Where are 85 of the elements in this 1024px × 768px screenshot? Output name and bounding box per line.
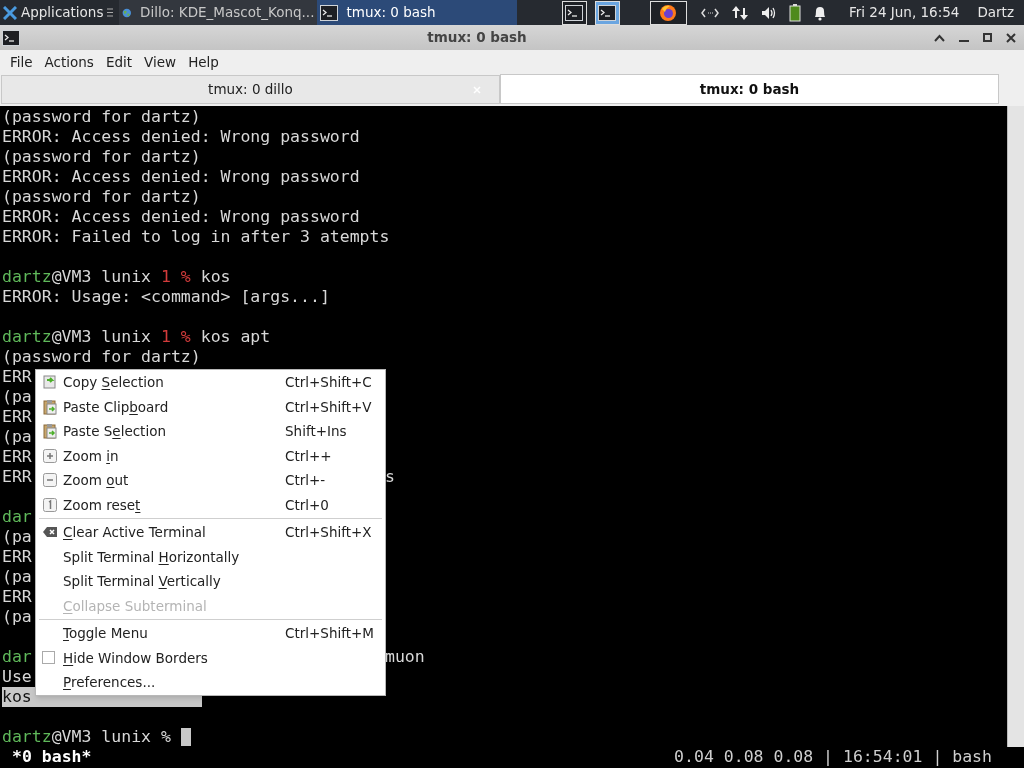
menu-item[interactable]: Clear Active Terminal Ctrl+Shift+X <box>36 520 385 545</box>
terminal-line: Use <box>2 667 32 687</box>
terminal-line: (password for dartz) <box>2 147 201 167</box>
chevron-up-icon[interactable] <box>934 33 945 42</box>
terminal-line: dar <box>2 507 32 527</box>
browser-launcher[interactable] <box>649 0 687 25</box>
shortcut-text: Ctrl+- <box>285 471 327 491</box>
terminal-line: dar <box>2 647 32 667</box>
bell-icon[interactable] <box>812 4 827 21</box>
network-icon[interactable] <box>700 6 719 19</box>
menu-item[interactable]: Copy Selection Ctrl+Shift+C <box>36 370 385 395</box>
battery-icon[interactable] <box>788 3 801 22</box>
terminal-launcher[interactable] <box>561 0 587 25</box>
menu-item[interactable]: Split Terminal Vertically <box>36 569 385 594</box>
terminal-line: dartz@VM3 lunix 1 % kos <box>2 267 231 287</box>
menu-item[interactable]: Hide Window Borders <box>36 645 385 670</box>
terminal-line: ERR <box>2 467 32 487</box>
maximize-icon[interactable] <box>983 33 992 42</box>
terminal-launcher[interactable] <box>594 0 620 25</box>
terminal-line: (pa <box>2 607 32 627</box>
tab[interactable]: tmux: 0 dillo <box>1 75 500 104</box>
terminal-line: ERROR: Usage: <command> [args...] <box>2 287 330 307</box>
menu-item[interactable]: Split Terminal Horizontally <box>36 544 385 569</box>
menu-item[interactable]: Zoom out Ctrl+- <box>36 468 385 493</box>
zoom-in-icon <box>42 447 58 464</box>
terminal-icon <box>598 4 617 21</box>
zoom-out-icon <box>42 472 58 489</box>
terminal-line: (pa <box>2 527 32 547</box>
terminal-line: ERR <box>2 547 32 567</box>
shortcut-text: Ctrl+Shift+C <box>285 373 369 393</box>
menu-title[interactable]: Edit <box>99 51 139 73</box>
terminal-line: dartz@VM3 lunix 1 % kos apt <box>2 327 271 347</box>
terminal-line: ERROR: Failed to log in after 3 atempts <box>2 227 390 247</box>
menu-item[interactable]: Toggle Menu Ctrl+Shift+M <box>36 621 385 646</box>
applications-menu[interactable]: Applications <box>0 0 120 25</box>
menu-title[interactable]: Actions <box>38 51 100 73</box>
status-info-text: 0.04 0.08 0.08 | 16:54:01 | bash <box>674 746 992 768</box>
terminal-icon <box>565 4 584 21</box>
x-logo-icon <box>3 5 17 20</box>
scrollbar[interactable] <box>1007 106 1024 747</box>
fox-globe-icon <box>659 3 678 22</box>
terminal-line: ERR <box>2 367 32 387</box>
tab[interactable]: tmux: 0 bash <box>500 74 999 104</box>
terminal-line: ERR <box>2 447 32 467</box>
menu-item[interactable]: Paste Selection Shift+Ins <box>36 419 385 444</box>
terminal-icon <box>2 29 20 46</box>
shortcut-text: Shift+Ins <box>285 422 348 442</box>
menu-title[interactable]: File <box>4 51 39 73</box>
menu-icon <box>107 8 114 17</box>
menu-title[interactable]: Help <box>182 51 225 73</box>
terminal-line: (password for dartz) <box>2 107 201 127</box>
terminal-line: ERR <box>2 587 32 607</box>
terminal-line: (pa <box>2 387 32 407</box>
zoom-reset-icon <box>42 496 58 513</box>
terminal-line: (password for dartz) <box>2 347 201 367</box>
checkbox[interactable] <box>42 651 55 665</box>
terminal-icon <box>320 4 339 21</box>
terminal-line: s <box>385 467 395 487</box>
task-button[interactable]: Dillo: KDE_Mascot_Konq... <box>119 0 318 25</box>
menu-title[interactable]: View <box>138 51 183 73</box>
terminal-line: (pa <box>2 567 32 587</box>
window-list-text: *0 bash* <box>12 746 92 768</box>
paste-icon <box>42 398 58 415</box>
terminal-line: (pa <box>2 427 32 447</box>
terminal-line: ERROR: Access denied: Wrong password <box>2 207 360 227</box>
close-icon[interactable] <box>1006 32 1016 43</box>
copy-icon <box>42 374 58 391</box>
window-title: tmux: 0 bash <box>426 28 528 48</box>
terminal-line: (password for dartz) <box>2 187 201 207</box>
menu-item[interactable]: Zoom reset Ctrl+0 <box>36 492 385 517</box>
terminal-line: muon <box>385 647 425 667</box>
shortcut-text: Ctrl+0 <box>285 495 330 515</box>
terminal-line: ERR <box>2 407 32 427</box>
menu-item[interactable]: Paste Clipboard Ctrl+Shift+V <box>36 394 385 419</box>
volume-icon[interactable] <box>760 5 777 20</box>
menu-item[interactable]: Zoom in Ctrl++ <box>36 443 385 468</box>
terminal-line: dartz@VM3 lunix % <box>2 727 171 747</box>
user-name[interactable]: Dartz <box>977 2 1014 23</box>
paste-icon <box>42 423 58 440</box>
terminal-line: ERROR: Access denied: Wrong password <box>2 167 360 187</box>
shortcut-text: Ctrl+Shift+X <box>285 523 369 543</box>
shortcut-text: Ctrl++ <box>285 446 333 466</box>
clock[interactable]: Fri 24 Jun, 16:54 <box>848 2 960 23</box>
task-button[interactable]: tmux: 0 bash <box>317 0 518 25</box>
terminal-line: ERROR: Access denied: Wrong password <box>2 127 360 147</box>
